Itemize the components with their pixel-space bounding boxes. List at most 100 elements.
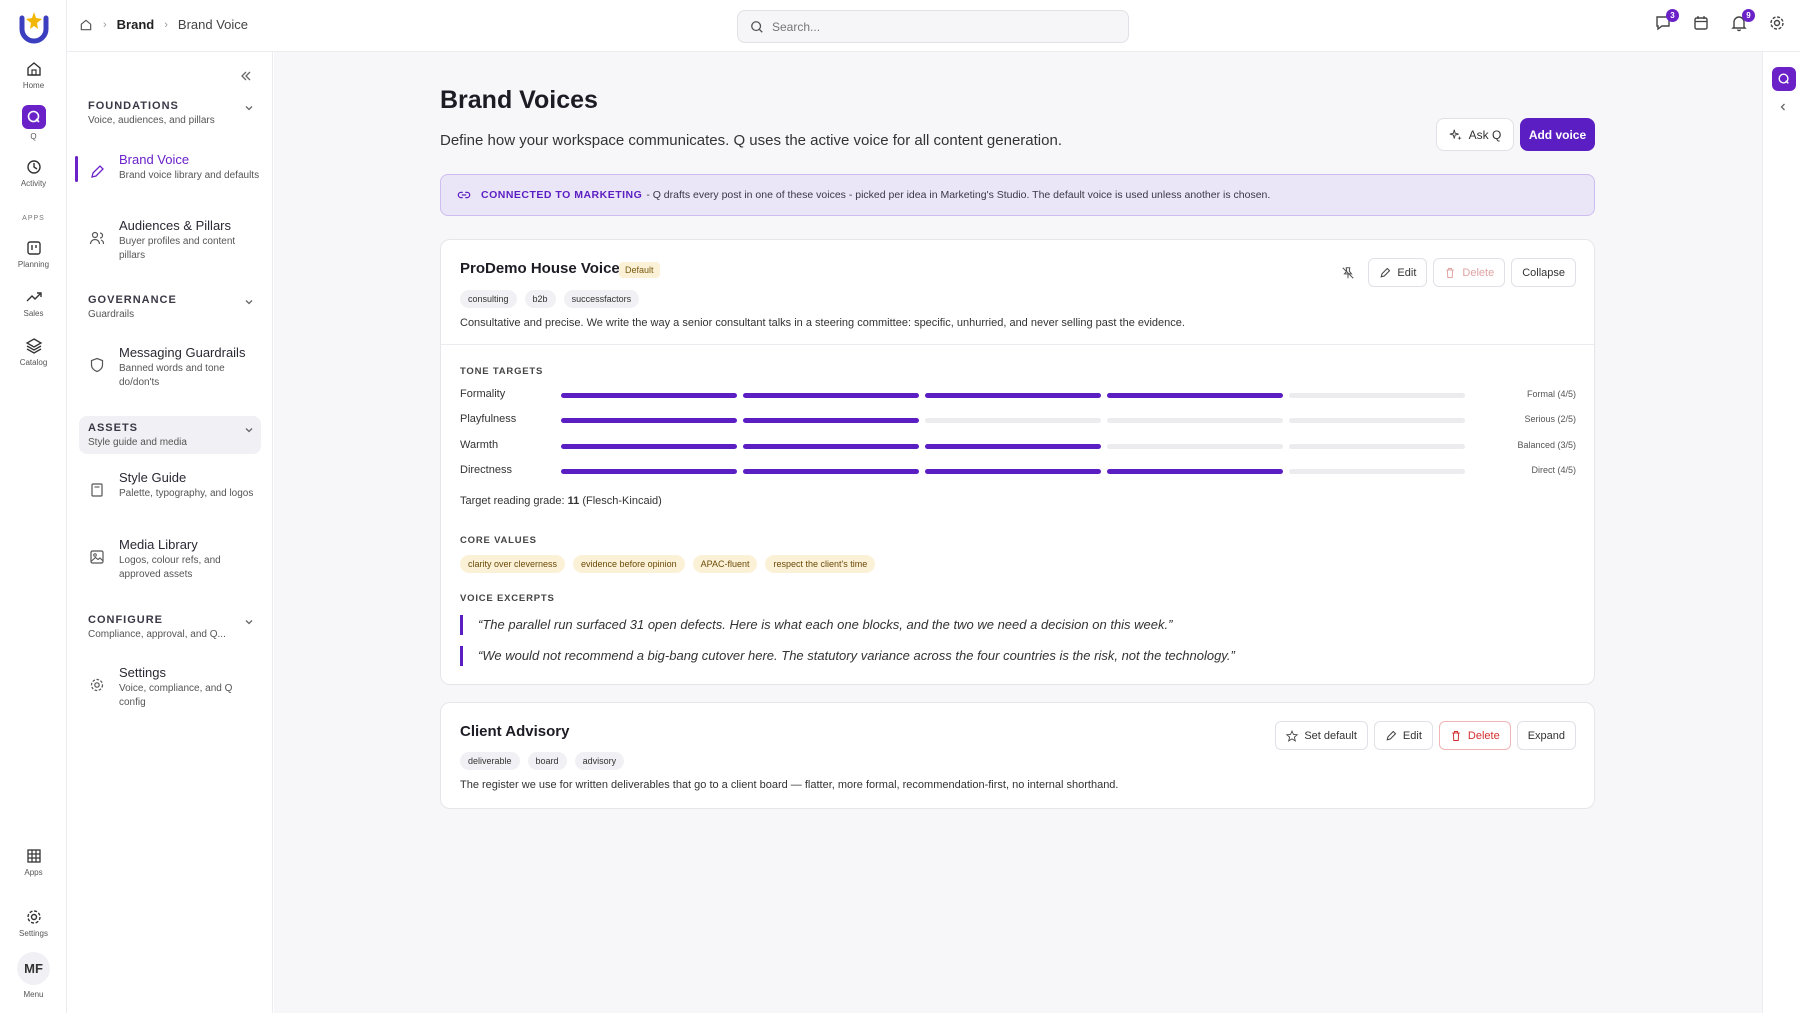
grid-icon — [26, 849, 41, 863]
tone-segment — [561, 444, 737, 449]
edit-button[interactable]: Edit — [1373, 721, 1433, 750]
edit-button[interactable]: Edit — [1368, 258, 1428, 287]
banner-lead: CONNECTED TO MARKETING — [481, 189, 643, 201]
tone-segment — [1107, 418, 1283, 423]
subnav-item-brand-voice[interactable]: Brand Voice Brand voice library and defau… — [75, 152, 261, 183]
notifications-badge: 9 — [1742, 9, 1755, 22]
voice-excerpt: “We would not recommend a big-bang cutov… — [460, 646, 1560, 666]
page-subtitle: Define how your workspace communicates. … — [440, 132, 1062, 149]
chevron-left-icon[interactable] — [1777, 101, 1789, 113]
tone-segment — [1289, 418, 1465, 423]
tone-segment — [1107, 393, 1283, 398]
set-default-button[interactable]: Set default — [1275, 721, 1368, 750]
delete-button[interactable]: Delete — [1433, 258, 1506, 287]
tag: successfactors — [563, 290, 640, 308]
tag: consulting — [460, 290, 517, 308]
chevron-down-icon — [245, 106, 253, 111]
tag: board — [527, 752, 567, 770]
avatar[interactable]: MF — [17, 952, 50, 985]
subnav-item-guardrails[interactable]: Messaging Guardrails Banned words and ton… — [79, 345, 261, 390]
tone-segment — [743, 444, 919, 449]
calendar-icon — [1694, 16, 1708, 30]
group-foundations[interactable]: FOUNDATIONS Voice, audiences, and pillar… — [79, 100, 261, 126]
value-chip: clarity over cleverness — [460, 555, 566, 573]
trend-icon — [26, 292, 42, 302]
group-assets[interactable]: ASSETS Style guide and media — [79, 416, 261, 454]
rail-sales[interactable]: Sales — [0, 288, 67, 318]
subnav-item-settings[interactable]: Settings Voice, compliance, and Q config — [79, 665, 261, 710]
tone-row-formality: Formality Formal (4/5) — [460, 388, 1576, 400]
group-governance[interactable]: GOVERNANCE Guardrails — [79, 294, 261, 320]
tone-segment — [925, 444, 1101, 449]
tone-row-warmth: Warmth Balanced (3/5) — [460, 439, 1576, 451]
brand-subnav: FOUNDATIONS Voice, audiences, and pillar… — [67, 52, 273, 1013]
trash-icon — [1452, 730, 1460, 741]
group-configure[interactable]: CONFIGURE Compliance, approval, and Q... — [79, 614, 261, 640]
home-icon[interactable] — [79, 18, 93, 32]
search-box[interactable] — [737, 10, 1129, 43]
pen-icon — [91, 165, 104, 178]
main-content: Brand Voices Define how your workspace c… — [274, 52, 1762, 1013]
subnav-item-audiences[interactable]: Audiences & Pillars Buyer profiles and co… — [79, 218, 261, 263]
marketing-connection-banner: CONNECTED TO MARKETING - Q drafts every … — [440, 174, 1595, 216]
q-assistant-button[interactable] — [1772, 67, 1796, 91]
rail-catalog[interactable]: Catalog — [0, 337, 67, 367]
tone-meter — [561, 418, 1465, 423]
calendar-button[interactable] — [1692, 14, 1712, 34]
rail-q[interactable]: Q — [0, 105, 67, 141]
tone-row-playfulness: Playfulness Serious (2/5) — [460, 413, 1576, 425]
collapse-sidebar-icon[interactable] — [238, 68, 254, 84]
collapse-button[interactable]: Collapse — [1511, 258, 1576, 287]
voice-card-prodemo: ProDemo House Voice Default consulting b… — [440, 239, 1595, 685]
breadcrumb: › Brand › Brand Voice — [79, 17, 248, 32]
voice-excerpts-label: VOICE EXCERPTS — [460, 593, 555, 604]
breadcrumb-brand[interactable]: Brand — [117, 17, 155, 32]
layers-icon — [25, 338, 42, 354]
chevron-down-icon — [245, 620, 253, 625]
tone-segment — [561, 469, 737, 474]
chevron-right-icon: › — [103, 18, 107, 31]
subnav-item-media-library[interactable]: Media Library Logos, colour refs, and app… — [79, 537, 261, 582]
core-values-label: CORE VALUES — [460, 535, 537, 546]
app-logo[interactable] — [17, 10, 51, 44]
tag: deliverable — [460, 752, 520, 770]
banner-text: - Q drafts every post in one of these vo… — [646, 189, 1271, 201]
tone-segment — [561, 393, 737, 398]
rail-settings[interactable]: Settings — [0, 908, 67, 938]
search-icon — [751, 20, 763, 33]
tag: advisory — [574, 752, 625, 770]
voice-actions: Edit Delete Collapse — [1334, 258, 1576, 287]
delete-button[interactable]: Delete — [1438, 721, 1511, 750]
unpin-button[interactable] — [1334, 258, 1362, 287]
add-voice-button[interactable]: Add voice — [1520, 118, 1595, 151]
value-chip: APAC-fluent — [692, 555, 758, 573]
default-badge: Default — [619, 262, 660, 278]
notifications-button[interactable]: 9 — [1730, 9, 1755, 34]
voice-name: ProDemo House Voice — [460, 260, 620, 277]
users-icon — [89, 231, 105, 245]
tone-segment — [743, 418, 919, 423]
rail-planning[interactable]: Planning — [0, 239, 67, 269]
tone-segment — [743, 469, 919, 474]
settings-button[interactable] — [1768, 14, 1788, 34]
gear-icon — [1770, 16, 1784, 30]
subnav-item-style-guide[interactable]: Style Guide Palette, typography, and logo… — [79, 470, 261, 501]
rail-home[interactable]: Home — [0, 60, 67, 90]
right-rail — [1762, 52, 1800, 1013]
rail-activity[interactable]: Activity — [0, 158, 67, 188]
ask-q-button[interactable]: Ask Q — [1436, 118, 1514, 151]
search-input[interactable] — [772, 19, 1102, 34]
tone-segment — [1107, 444, 1283, 449]
value-chip: respect the client's time — [765, 555, 876, 573]
voice-tags: consulting b2b successfactors — [460, 290, 640, 308]
star-icon — [1286, 729, 1299, 742]
tag: b2b — [524, 290, 556, 308]
reading-grade: Target reading grade: 11 (Flesch-Kincaid… — [460, 495, 662, 507]
core-values: clarity over cleverness evidence before … — [460, 555, 876, 573]
rail-apps[interactable]: Apps — [0, 847, 67, 877]
top-actions: 3 9 — [1654, 9, 1788, 34]
expand-button[interactable]: Expand — [1516, 721, 1576, 750]
voice-actions: Set default Edit Delete Expand — [1275, 721, 1576, 750]
messages-button[interactable]: 3 — [1654, 9, 1679, 34]
breadcrumb-current: Brand Voice — [177, 17, 249, 32]
